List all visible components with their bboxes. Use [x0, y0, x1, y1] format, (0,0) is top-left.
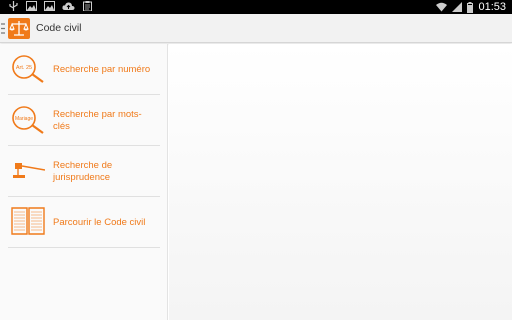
content-pane	[169, 44, 512, 320]
signal-icon	[452, 2, 463, 12]
navigation-sidebar: Art. 25 Recherche par numéro Mariage Rec…	[0, 44, 168, 320]
menu-item-browse-code[interactable]: Parcourir le Code civil	[8, 197, 160, 248]
wifi-icon	[436, 2, 448, 12]
open-book-icon	[11, 207, 45, 235]
svg-text:Art. 25: Art. 25	[16, 65, 32, 71]
clock: 01:53	[478, 1, 506, 13]
action-bar: Code civil	[0, 14, 512, 43]
menu-item-label: Parcourir le Code civil	[53, 217, 146, 228]
menu-item-label: Recherche de jurisprudence	[53, 160, 113, 183]
scales-of-justice-icon[interactable]	[8, 18, 30, 39]
clipboard-icon	[83, 1, 92, 11]
image-icon	[26, 1, 37, 11]
svg-text:Mariage: Mariage	[15, 116, 33, 122]
menu-item-label: Recherche par numéro	[53, 64, 151, 75]
cloud-upload-icon	[62, 2, 75, 10]
app-title: Code civil	[36, 22, 82, 34]
battery-icon	[467, 1, 474, 13]
status-bar: 01:53	[0, 0, 512, 14]
menu-item-label: Recherche par mots-clés	[53, 109, 142, 132]
magnifier-article-icon: Art. 25	[12, 55, 44, 83]
gavel-icon	[13, 163, 45, 178]
magnifier-keyword-icon: Mariage	[12, 106, 44, 134]
menu-item-search-by-number[interactable]: Art. 25 Recherche par numéro	[8, 44, 160, 95]
menu-item-search-by-keywords[interactable]: Mariage Recherche par mots-clés	[8, 95, 160, 146]
menu-item-case-law-search[interactable]: Recherche de jurisprudence	[8, 146, 160, 197]
image-icon	[44, 1, 55, 11]
usb-icon	[9, 1, 18, 11]
drawer-indicator-icon[interactable]	[1, 23, 5, 34]
